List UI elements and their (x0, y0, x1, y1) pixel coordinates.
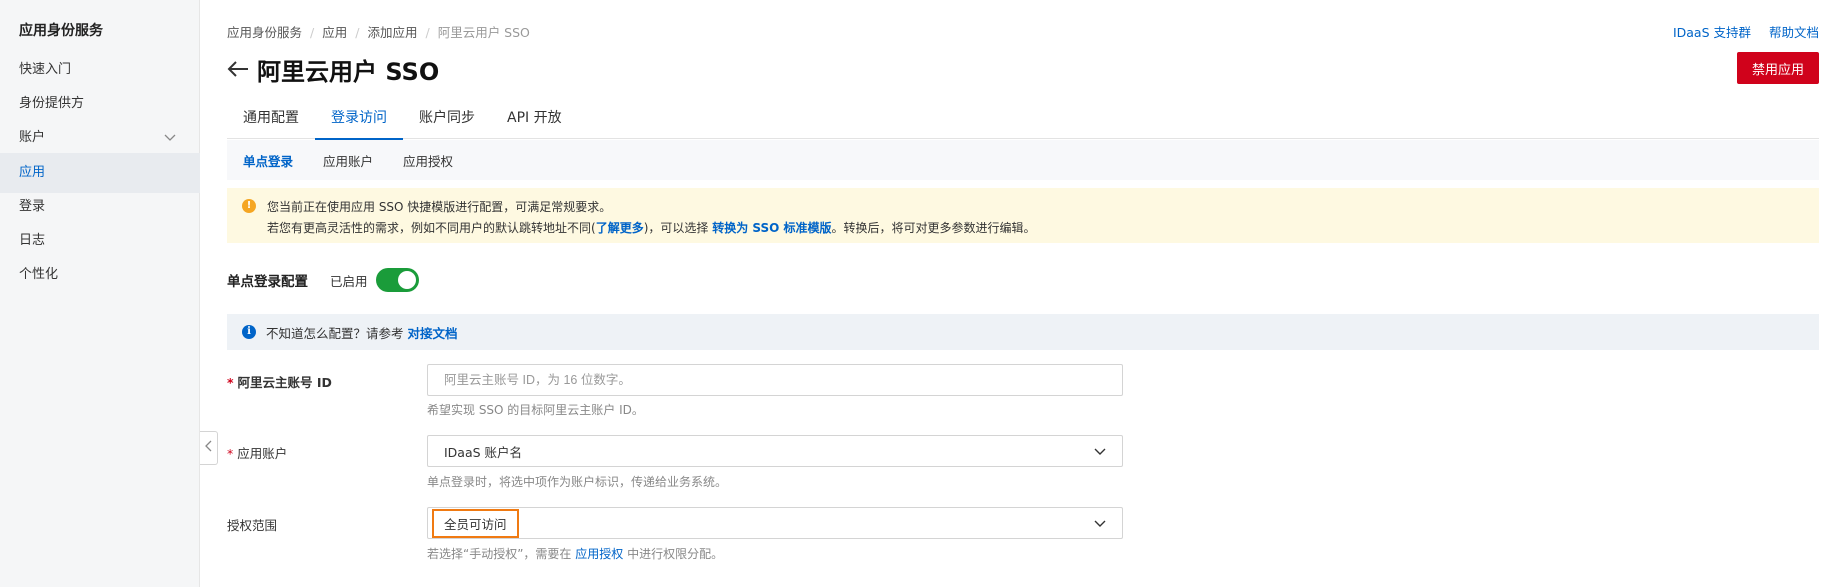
disable-app-button[interactable]: 禁用应用 (1737, 52, 1819, 84)
chevron-left-icon (205, 440, 212, 456)
account-id-label: * 阿里云主账号 ID (227, 375, 332, 390)
sso-config-row: 单点登录配置 已启用 (227, 268, 419, 292)
tab-login-access[interactable]: 登录访问 (315, 105, 403, 140)
breadcrumb-current: 阿里云用户 SSO (437, 25, 530, 40)
auth-scope-label: 授权范围 (227, 518, 278, 533)
account-id-input[interactable] (444, 365, 1122, 395)
config-help-info: i 不知道怎么配置？请参考 对接文档 (227, 314, 1819, 350)
warning-line-2: 若您有更高灵活性的需求，例如不同用户的默认跳转地址不同(了解更多)，可以选择 转… (267, 221, 1036, 235)
account-id-field[interactable] (427, 364, 1123, 396)
sso-status-text: 已启用 (330, 273, 368, 289)
sso-toggle[interactable] (375, 268, 419, 292)
subtab-app-account[interactable]: 应用账户 (323, 151, 373, 170)
top-links: IDaaS 支持群 帮助文档 (1655, 22, 1819, 41)
learn-more-link[interactable]: 了解更多 (596, 221, 644, 235)
back-arrow-icon[interactable] (227, 57, 249, 83)
sidebar-title: 应用身份服务 (19, 23, 103, 39)
app-authorization-link[interactable]: 应用授权 (575, 547, 623, 561)
tab-api-open[interactable]: API 开放 (491, 105, 578, 139)
breadcrumb-item[interactable]: 应用身份服务 (227, 25, 302, 40)
help-docs-link[interactable]: 帮助文档 (1769, 25, 1819, 40)
app-account-select[interactable]: IDaaS 账户名 (427, 435, 1123, 467)
template-warning: ! 您当前正在使用应用 SSO 快捷模版进行配置，可满足常规要求。 若您有更高灵… (227, 188, 1819, 243)
breadcrumb: 应用身份服务 / 应用 / 添加应用 / 阿里云用户 SSO (227, 25, 530, 40)
tab-account-sync[interactable]: 账户同步 (403, 105, 491, 139)
sidebar-item-personalization[interactable]: 个性化 (0, 255, 200, 295)
breadcrumb-item[interactable]: 添加应用 (367, 25, 417, 40)
sso-config-label: 单点登录配置 (227, 274, 308, 290)
auth-scope-value: 全员可访问 (432, 508, 519, 538)
tab-general-config[interactable]: 通用配置 (227, 105, 315, 139)
auth-scope-select[interactable]: 全员可访问 (427, 507, 1123, 539)
chevron-down-icon (1094, 516, 1106, 527)
app-account-value: IDaaS 账户名 (444, 444, 523, 460)
subtab-sso[interactable]: 单点登录 (243, 151, 293, 170)
warning-line-1: 您当前正在使用应用 SSO 快捷模版进行配置，可满足常规要求。 (267, 200, 612, 214)
subtab-bar: 单点登录 应用账户 应用授权 (227, 140, 1819, 180)
chevron-down-icon (1094, 444, 1106, 455)
breadcrumb-item[interactable]: 应用 (322, 25, 347, 40)
page-title: 阿里云用户 SSO (227, 52, 439, 87)
support-group-link[interactable]: IDaaS 支持群 (1673, 25, 1751, 40)
sidebar-collapse-button[interactable] (200, 431, 218, 465)
integration-docs-link[interactable]: 对接文档 (408, 323, 458, 342)
sidebar-item-account[interactable]: 账户 (0, 118, 200, 158)
chevron-down-icon (164, 118, 176, 158)
convert-template-link[interactable]: 转换为 SSO 标准模版 (712, 221, 831, 235)
auth-scope-hint: 若选择“手动授权”，需要在 应用授权 中进行权限分配。 (427, 547, 724, 561)
tab-bar: 通用配置 登录访问 账户同步 API 开放 (227, 105, 1819, 140)
info-icon: i (242, 325, 256, 339)
subtab-app-authorization[interactable]: 应用授权 (403, 151, 453, 170)
app-account-hint: 单点登录时，将选中项作为账户标识，传递给业务系统。 (427, 475, 728, 489)
info-text: 不知道怎么配置？请参考 (266, 325, 404, 341)
main-content: 应用身份服务 / 应用 / 添加应用 / 阿里云用户 SSO IDaaS 支持群 帮助文档 阿… (227, 0, 1829, 587)
sidebar: 应用身份服务 快速入门 身份提供方 账户 应用 登录 日志 个性化 (0, 0, 200, 587)
warning-icon: ! (242, 199, 256, 213)
app-account-label: * 应用账户 (227, 446, 288, 461)
sidebar-item-label: 账户 (19, 130, 46, 145)
page-title-text: 阿里云用户 SSO (257, 58, 440, 86)
account-id-hint: 希望实现 SSO 的目标阿里云主账户 ID。 (427, 403, 644, 417)
